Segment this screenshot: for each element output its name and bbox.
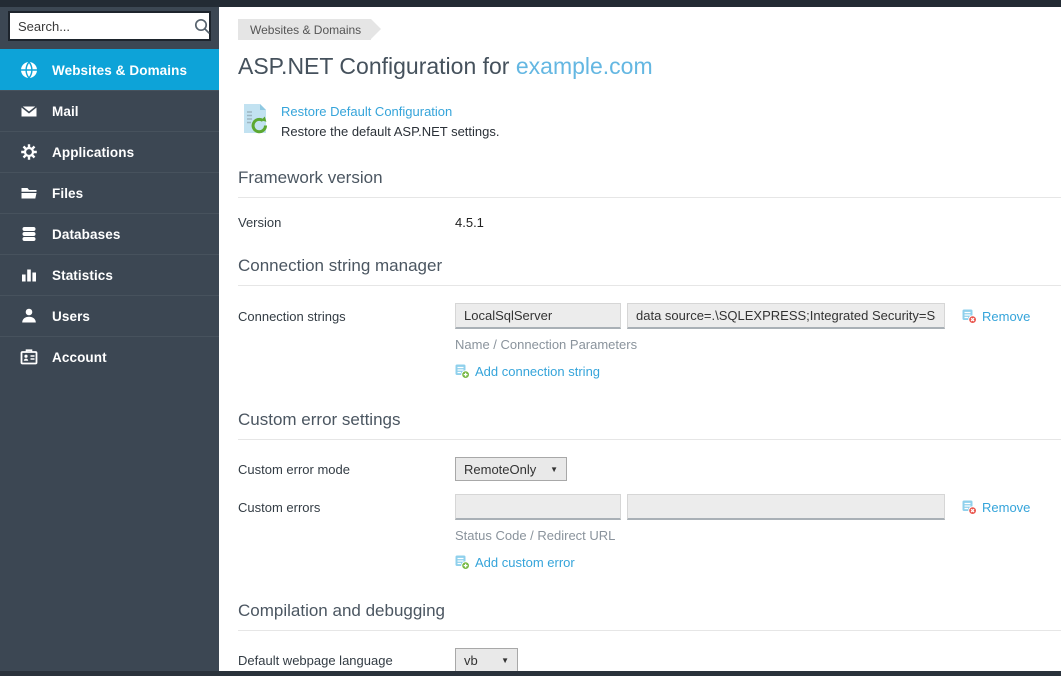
mail-icon	[20, 102, 38, 120]
domain-link[interactable]: example.com	[516, 53, 653, 79]
sidebar-item-account[interactable]: Account	[0, 336, 219, 377]
remove-icon	[962, 309, 977, 324]
version-row: Version 4.5.1	[238, 215, 1061, 230]
section-framework-version: Framework version	[238, 168, 1061, 198]
custom-errors-helper-text: Status Code / Redirect URL	[455, 528, 1061, 543]
custom-error-redirect-input[interactable]	[627, 494, 945, 520]
sidebar-item-label: Users	[52, 309, 90, 324]
sidebar-item-websites-domains[interactable]: Websites & Domains	[0, 49, 219, 90]
section-connection-strings: Connection string manager	[238, 256, 1061, 286]
search-icon[interactable]	[194, 18, 211, 35]
section-compilation: Compilation and debugging	[238, 601, 1061, 631]
folder-icon	[20, 184, 38, 202]
id-badge-icon	[20, 348, 38, 366]
custom-error-mode-select[interactable]: RemoteOnly ▼	[455, 457, 567, 481]
webpage-language-value: vb	[464, 653, 478, 668]
remove-label: Remove	[982, 309, 1030, 324]
webpage-language-row: Default webpage language vb ▼	[238, 648, 1061, 671]
breadcrumb[interactable]: Websites & Domains	[238, 19, 371, 40]
version-value: 4.5.1	[455, 215, 484, 230]
restore-default-block: Restore Default Configuration Restore th…	[238, 102, 1061, 142]
custom-errors-label: Custom errors	[238, 500, 455, 515]
sidebar-item-label: Files	[52, 186, 83, 201]
sidebar-item-applications[interactable]: Applications	[0, 131, 219, 172]
bottom-chrome-strip	[0, 671, 1061, 676]
sidebar-item-databases[interactable]: Databases	[0, 213, 219, 254]
add-connection-string-link[interactable]: Add connection string	[455, 364, 600, 379]
add-custom-error-label: Add custom error	[475, 555, 575, 570]
sidebar-item-label: Applications	[52, 145, 134, 160]
sidebar-item-statistics[interactable]: Statistics	[0, 254, 219, 295]
section-custom-errors: Custom error settings	[238, 410, 1061, 440]
gear-icon	[20, 143, 38, 161]
top-chrome-strip	[0, 0, 1061, 7]
connection-strings-label: Connection strings	[238, 309, 455, 324]
remove-label: Remove	[982, 500, 1030, 515]
restore-texts: Restore Default Configuration Restore th…	[281, 102, 499, 142]
database-icon	[20, 225, 38, 243]
restore-config-icon	[238, 102, 271, 135]
caret-down-icon: ▼	[501, 656, 509, 665]
custom-error-status-input[interactable]	[455, 494, 621, 520]
remove-connection-string-link[interactable]: Remove	[962, 309, 1030, 324]
user-icon	[20, 307, 38, 325]
webpage-language-label: Default webpage language	[238, 653, 455, 668]
plesk-window: Websites & Domains Mail Applications Fil…	[0, 0, 1061, 676]
sidebar-item-label: Account	[52, 350, 107, 365]
sidebar-item-files[interactable]: Files	[0, 172, 219, 213]
add-custom-error-link[interactable]: Add custom error	[455, 555, 575, 570]
globe-icon	[20, 61, 38, 79]
caret-down-icon: ▼	[550, 465, 558, 474]
sidebar: Websites & Domains Mail Applications Fil…	[0, 7, 219, 676]
custom-errors-row: Custom errors Remove	[238, 494, 1061, 520]
sidebar-item-mail[interactable]: Mail	[0, 90, 219, 131]
connection-params-input[interactable]	[627, 303, 945, 329]
remove-custom-error-link[interactable]: Remove	[962, 500, 1030, 515]
sidebar-item-label: Statistics	[52, 268, 113, 283]
restore-description: Restore the default ASP.NET settings.	[281, 122, 499, 142]
page-title-text: ASP.NET Configuration for	[238, 53, 516, 79]
sidebar-item-label: Mail	[52, 104, 79, 119]
breadcrumb-label: Websites & Domains	[250, 23, 361, 37]
sidebar-search	[0, 7, 219, 49]
add-icon	[455, 555, 470, 570]
sidebar-item-label: Databases	[52, 227, 120, 242]
webpage-language-select[interactable]: vb ▼	[455, 648, 518, 671]
page-title: ASP.NET Configuration for example.com	[238, 53, 1061, 80]
sidebar-item-users[interactable]: Users	[0, 295, 219, 336]
connection-name-input[interactable]	[455, 303, 621, 329]
search-box[interactable]	[8, 11, 211, 41]
version-label: Version	[238, 215, 455, 230]
restore-default-link[interactable]: Restore Default Configuration	[281, 104, 452, 119]
main-content: Websites & Domains ASP.NET Configuration…	[219, 7, 1061, 671]
bar-chart-icon	[20, 266, 38, 284]
sidebar-item-label: Websites & Domains	[52, 63, 187, 78]
custom-error-mode-value: RemoteOnly	[464, 462, 536, 477]
add-icon	[455, 364, 470, 379]
add-connection-label: Add connection string	[475, 364, 600, 379]
search-input[interactable]	[18, 19, 194, 34]
custom-error-mode-row: Custom error mode RemoteOnly ▼	[238, 457, 1061, 481]
remove-icon	[962, 500, 977, 515]
add-connection-row: Add connection string	[455, 364, 1061, 384]
connection-helper-text: Name / Connection Parameters	[455, 337, 1061, 352]
add-custom-error-row: Add custom error	[455, 555, 1061, 575]
custom-error-mode-label: Custom error mode	[238, 462, 455, 477]
connection-strings-row: Connection strings Remove	[238, 303, 1061, 329]
